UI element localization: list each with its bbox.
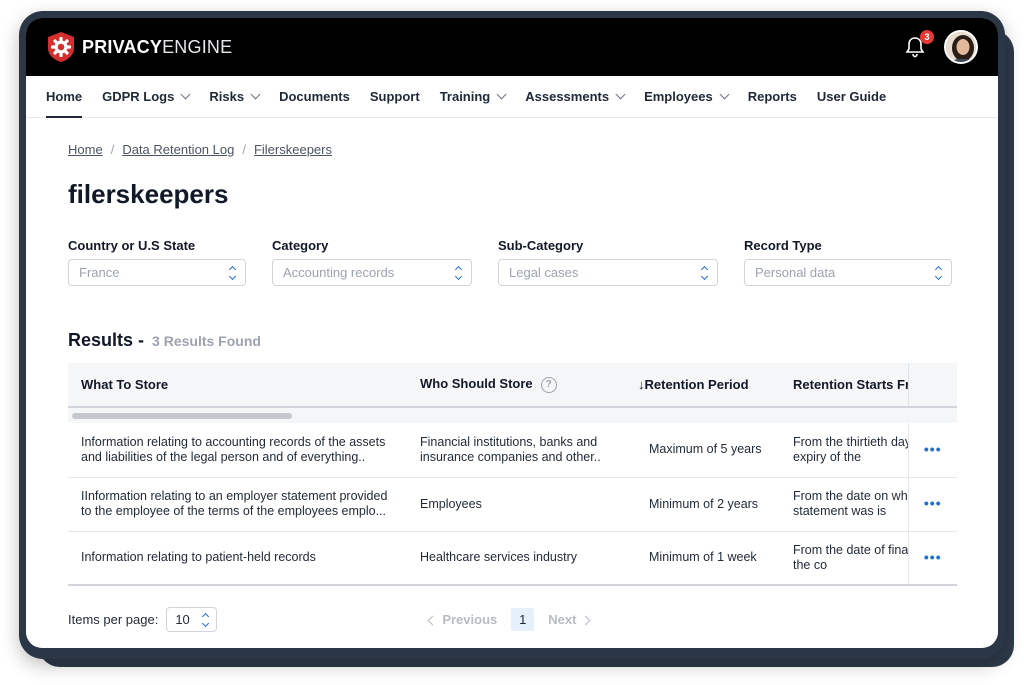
filter-record-type: Record Type Personal data [744, 238, 952, 286]
previous-page-button[interactable]: Previous [427, 612, 497, 627]
filter-label: Sub-Category [498, 238, 584, 253]
gear-shield-icon [46, 31, 76, 63]
filter-sub-category: Sub-Category Legal cases [498, 238, 718, 286]
results-title: Results - [68, 330, 145, 350]
select-arrows-icon [202, 612, 210, 627]
cell-retention-starts: From the thirtieth day after the expiry … [780, 423, 908, 478]
help-icon[interactable]: ? [540, 376, 557, 393]
record-type-select[interactable]: Personal data [744, 259, 952, 286]
table-row[interactable]: Information relating to patient-held rec… [68, 531, 957, 586]
breadcrumb-home[interactable]: Home [68, 142, 103, 157]
column-header-retention-period[interactable]: ↓Retention Period [625, 363, 780, 407]
filter-bar: Country or U.S State France Category Acc… [68, 238, 956, 286]
filter-category: Category Accounting records [272, 238, 472, 286]
cell-who-should-store: Healthcare services industry [407, 531, 625, 586]
page-number-button[interactable]: 1 [511, 608, 535, 631]
cell-retention-period: Minimum of 2 years [625, 477, 780, 532]
chevron-down-icon [180, 89, 191, 100]
table-header-row: What To Store Who Should Store? ↓Retenti… [68, 363, 957, 407]
cell-what-to-store: Information relating to patient-held rec… [68, 531, 407, 586]
row-actions-button[interactable]: ••• [907, 477, 957, 532]
user-avatar[interactable] [944, 30, 978, 64]
brand-logo[interactable]: PRIVACYENGINE [46, 31, 232, 63]
cell-retention-starts: From the date of final dissolution of th… [780, 531, 908, 586]
breadcrumb-filerskeepers[interactable]: Filerskeepers [254, 142, 332, 157]
app-window: PRIVACYENGINE 3 Home GDPR Logs Risks Doc… [26, 18, 998, 648]
items-per-page-label: Items per page: [68, 612, 159, 627]
cell-who-should-store: Employees [407, 477, 625, 532]
chevron-down-icon [719, 89, 730, 100]
select-arrows-icon [228, 265, 237, 280]
breadcrumb-data-retention-log[interactable]: Data Retention Log [122, 142, 234, 157]
cell-what-to-store: IInformation relating to an employer sta… [68, 477, 407, 532]
actions-header [907, 363, 957, 407]
breadcrumb-separator: / [110, 142, 115, 157]
filter-label: Record Type [744, 238, 822, 253]
chevron-left-icon [427, 615, 438, 626]
breadcrumb: Home / Data Retention Log / Filerskeeper… [68, 142, 956, 157]
main-content: Home / Data Retention Log / Filerskeeper… [26, 118, 998, 632]
device-frame: PRIVACYENGINE 3 Home GDPR Logs Risks Doc… [19, 11, 1005, 659]
select-arrows-icon [700, 265, 709, 280]
category-select[interactable]: Accounting records [272, 259, 472, 286]
results-header: Results - 3 Results Found [68, 330, 956, 351]
brand-name: PRIVACYENGINE [82, 36, 233, 57]
chevron-right-icon [580, 615, 591, 626]
nav-support[interactable]: Support [360, 76, 430, 117]
sub-category-select[interactable]: Legal cases [498, 259, 718, 286]
nav-reports[interactable]: Reports [738, 76, 807, 117]
cell-who-should-store: Financial institutions, banks and insura… [407, 423, 625, 478]
table-row[interactable]: Information relating to accounting recor… [68, 423, 957, 478]
nav-assessments[interactable]: Assessments [515, 76, 634, 117]
notifications-button[interactable]: 3 [902, 30, 934, 60]
chevron-down-icon [496, 89, 507, 100]
scrollbar-thumb[interactable] [72, 412, 292, 419]
cell-retention-period: Maximum of 5 years [625, 423, 780, 478]
filter-label: Country or U.S State [68, 238, 196, 253]
column-header-who-should-store[interactable]: Who Should Store? [407, 363, 625, 407]
more-dots-icon: ••• [923, 495, 942, 511]
cell-what-to-store: Information relating to accounting recor… [68, 423, 407, 478]
nav-user-guide[interactable]: User Guide [807, 76, 896, 117]
nav-documents[interactable]: Documents [269, 76, 360, 117]
table-row[interactable]: IInformation relating to an employer sta… [68, 477, 957, 532]
nav-employees[interactable]: Employees [634, 76, 738, 117]
cell-retention-starts: From the date on which that statement wa… [780, 477, 908, 532]
items-per-page: Items per page: 10 [68, 607, 218, 632]
pagination: Previous 1 Next [427, 608, 591, 631]
breadcrumb-separator: / [242, 142, 246, 157]
more-dots-icon: ••• [923, 440, 942, 457]
select-arrows-icon [454, 265, 463, 280]
column-header-retention-starts[interactable]: Retention Starts From [780, 363, 908, 407]
results-count: 3 Results Found [152, 333, 261, 349]
top-bar: PRIVACYENGINE 3 [26, 18, 998, 76]
nav-training[interactable]: Training [430, 76, 516, 117]
filter-label: Category [272, 238, 329, 253]
more-dots-icon: ••• [923, 548, 942, 565]
column-header-what-to-store[interactable]: What To Store [68, 363, 407, 407]
country-select[interactable]: France [68, 259, 246, 286]
row-actions-button[interactable]: ••• [907, 531, 957, 586]
nav-gdpr-logs[interactable]: GDPR Logs [92, 76, 199, 117]
page-title: filerskeepers [68, 179, 229, 209]
nav-risks[interactable]: Risks [199, 76, 269, 117]
cell-retention-period: Minimum of 1 week [625, 531, 780, 586]
main-nav: Home GDPR Logs Risks Documents Support T… [26, 76, 998, 118]
notification-count-badge: 3 [920, 30, 934, 44]
filter-country: Country or U.S State France [68, 238, 246, 286]
items-per-page-select[interactable]: 10 [166, 607, 218, 632]
results-table: What To Store Who Should Store? ↓Retenti… [68, 363, 957, 586]
table-footer: Items per page: 10 Previous 1 Next [68, 607, 956, 632]
select-arrows-icon [934, 265, 943, 280]
horizontal-scrollbar[interactable] [68, 406, 957, 423]
nav-home[interactable]: Home [46, 76, 92, 118]
chevron-down-icon [250, 89, 261, 100]
next-page-button[interactable]: Next [548, 612, 591, 627]
chevron-down-icon [615, 89, 626, 100]
row-actions-button[interactable]: ••• [907, 423, 957, 478]
